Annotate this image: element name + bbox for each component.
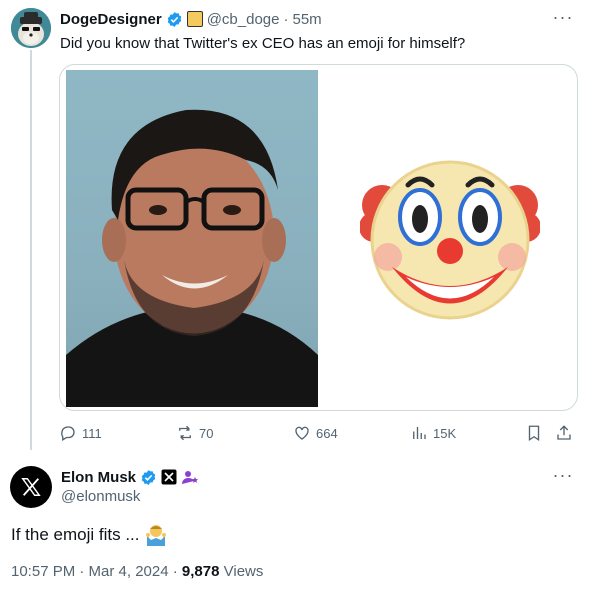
share-icon xyxy=(557,425,571,440)
time-separator: · xyxy=(283,10,289,28)
tweet-actions: 111 70 664 15K xyxy=(59,424,574,444)
portrait-photo[interactable] xyxy=(66,70,318,407)
reply-icon xyxy=(61,426,75,441)
tweet-header: DogeDesigner @cb_doge · 55m xyxy=(60,9,322,29)
more-options-icon[interactable]: ··· xyxy=(552,8,574,26)
views-button[interactable]: 15K xyxy=(410,424,456,442)
bookmark-button[interactable] xyxy=(525,424,543,442)
clown-emoji-image[interactable] xyxy=(359,155,541,325)
reply-author-handle[interactable]: @elonmusk xyxy=(61,488,140,505)
x-logo-icon xyxy=(21,478,41,496)
reply-count: 111 xyxy=(82,425,102,441)
clown-face-icon xyxy=(359,160,541,320)
reply-header: Elon Musk xyxy=(61,467,199,487)
reply-more-options-icon[interactable]: ··· xyxy=(552,466,574,484)
views-count: 15K xyxy=(433,425,457,441)
portrait-illustration-icon xyxy=(66,109,318,407)
reply-metadata: 10:57 PM · Mar 4, 2024 · 9,878 Views xyxy=(11,563,263,580)
reply-text: If the emoji fits ... xyxy=(11,525,140,544)
tweet-text: Did you know that Twitter's ex CEO has a… xyxy=(60,35,466,52)
reply-views-label: Views xyxy=(219,563,264,580)
media-container[interactable] xyxy=(59,64,578,411)
reply-author-name[interactable]: Elon Musk xyxy=(61,469,136,486)
reply-author-avatar[interactable] xyxy=(10,466,52,508)
verified-badge-icon xyxy=(141,469,156,485)
views-chart-icon xyxy=(413,427,426,439)
author-name[interactable]: DogeDesigner xyxy=(60,11,162,28)
repost-count: 70 xyxy=(199,425,214,441)
x-affiliate-badge-icon xyxy=(161,469,177,485)
author-handle[interactable]: @cb_doge xyxy=(207,11,280,28)
author-avatar[interactable] xyxy=(11,8,51,48)
bookmark-icon xyxy=(528,425,540,442)
person-shrugging-emoji-icon xyxy=(145,525,166,546)
like-button[interactable]: 664 xyxy=(293,424,338,442)
reply-button[interactable]: 111 xyxy=(59,424,102,442)
repost-button[interactable]: 70 xyxy=(176,424,213,442)
thread-connector xyxy=(30,50,32,450)
share-button[interactable] xyxy=(555,424,573,442)
reply-views-count: 9,878 xyxy=(181,563,220,580)
heart-icon xyxy=(295,426,309,440)
like-count: 664 xyxy=(316,425,338,441)
tweet-time[interactable]: 55m xyxy=(292,11,321,28)
doge-avatar-icon xyxy=(11,8,51,48)
repost-icon xyxy=(179,425,191,441)
reply-timestamp[interactable]: 10:57 PM · Mar 4, 2024 · xyxy=(11,563,182,580)
affiliate-badge-icon xyxy=(186,11,203,27)
verified-badge-icon xyxy=(167,11,181,27)
government-badge-icon xyxy=(182,471,199,484)
reply-text-row: If the emoji fits ... xyxy=(11,524,166,546)
